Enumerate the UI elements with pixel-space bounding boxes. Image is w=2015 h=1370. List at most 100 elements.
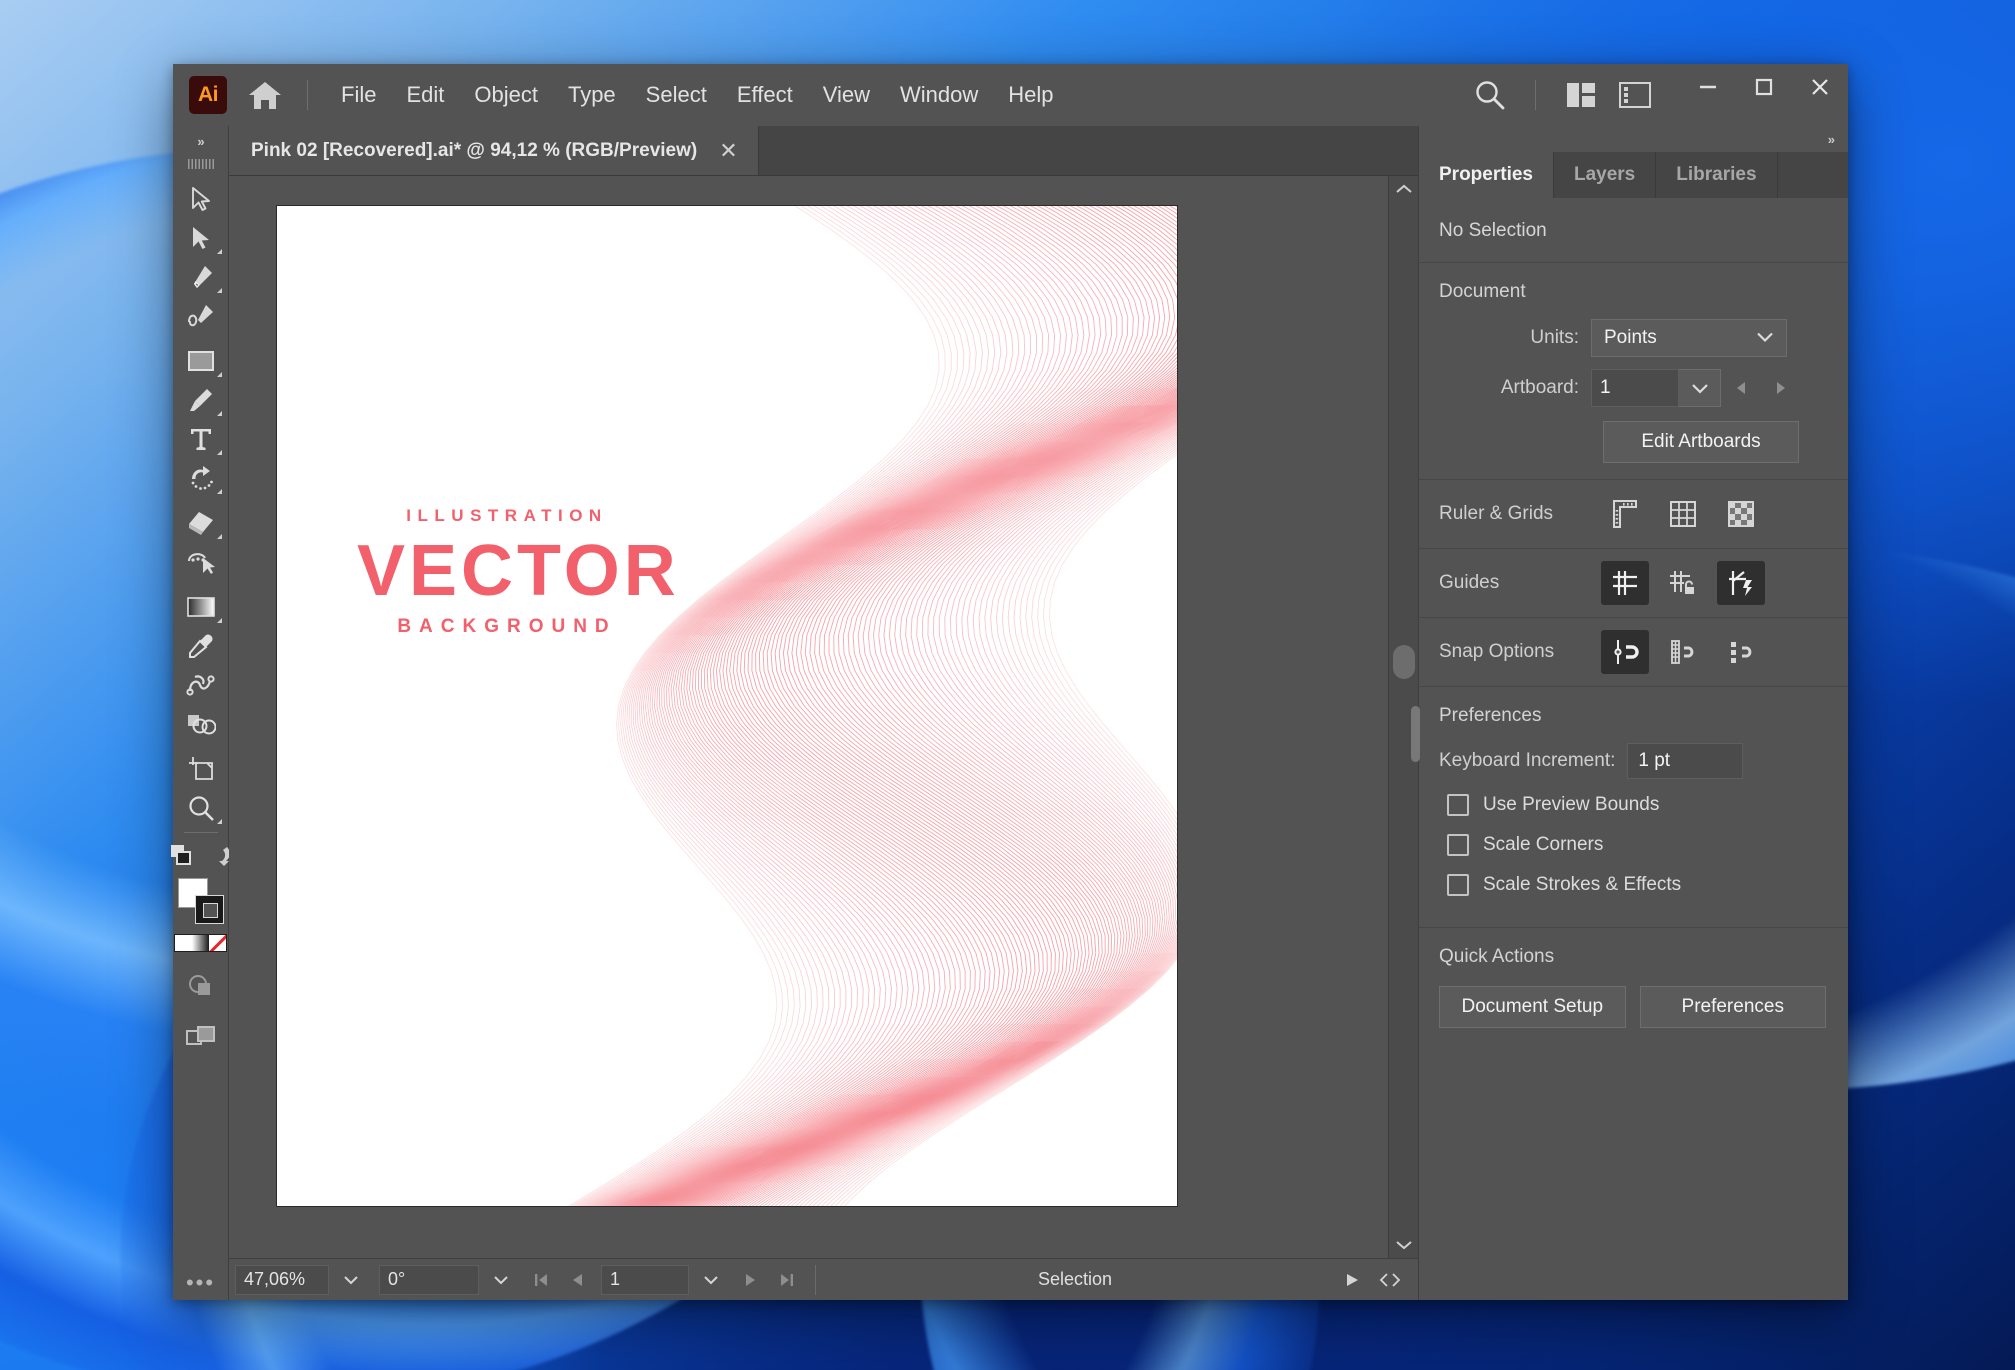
menu-select[interactable]: Select <box>631 76 722 114</box>
artboard-tool[interactable] <box>177 749 225 788</box>
eraser-tool[interactable] <box>177 503 225 542</box>
artwork-text-block[interactable]: ILLUSTRATION VECTOR BACKGROUND <box>357 506 657 638</box>
screen-mode-icon[interactable] <box>177 1017 225 1056</box>
scale-corners-checkbox[interactable] <box>1447 834 1469 856</box>
paintbrush-tool[interactable] <box>177 380 225 419</box>
previous-artboard-button[interactable] <box>1721 369 1761 407</box>
rotation-field[interactable]: 0° <box>379 1265 479 1295</box>
rectangle-tool[interactable] <box>177 341 225 380</box>
menu-file[interactable]: File <box>326 76 391 114</box>
preferences-button[interactable]: Preferences <box>1640 986 1827 1028</box>
show-transparency-grid-icon[interactable] <box>1717 492 1765 536</box>
snap-to-point-icon[interactable] <box>1601 630 1649 674</box>
search-icon[interactable] <box>1463 72 1517 118</box>
eyedropper-tool[interactable] <box>177 626 225 665</box>
home-icon[interactable] <box>241 73 289 117</box>
menu-window[interactable]: Window <box>885 76 993 114</box>
workspace-switcher-icon[interactable] <box>1608 72 1662 118</box>
scrollbar-thumb[interactable] <box>1393 645 1415 679</box>
minimize-button[interactable] <box>1680 64 1736 110</box>
gradient-tool[interactable] <box>177 587 225 626</box>
canvas[interactable]: ILLUSTRATION VECTOR BACKGROUND <box>229 176 1388 1258</box>
close-icon[interactable]: ✕ <box>719 138 737 164</box>
color-swatch-button[interactable] <box>175 935 192 951</box>
drawing-modes-icon[interactable] <box>177 966 225 1005</box>
panel-expand-button[interactable]: » <box>1419 126 1848 152</box>
rotation-dropdown-icon[interactable] <box>479 1264 523 1296</box>
pen-tool[interactable] <box>177 257 225 296</box>
document-tab[interactable]: Pink 02 [Recovered].ai* @ 94,12 % (RGB/P… <box>229 126 759 175</box>
last-artboard-icon[interactable] <box>769 1264 805 1296</box>
tools-panel: » <box>173 126 229 1300</box>
scroll-up-icon[interactable] <box>1389 176 1418 202</box>
artboard-dropdown-icon[interactable] <box>1679 369 1721 407</box>
tab-properties[interactable]: Properties <box>1419 152 1554 198</box>
show-rulers-icon[interactable] <box>1601 492 1649 536</box>
scale-strokes-effects-row[interactable]: Scale Strokes & Effects <box>1419 865 1848 905</box>
toolbar-drag-handle[interactable] <box>188 159 214 169</box>
menu-help[interactable]: Help <box>993 76 1068 114</box>
scale-corners-label: Scale Corners <box>1483 834 1603 856</box>
panel-resize-grip[interactable] <box>1411 706 1420 762</box>
blend-tool[interactable] <box>177 665 225 704</box>
scroll-down-icon[interactable] <box>1389 1232 1418 1258</box>
tab-libraries[interactable]: Libraries <box>1656 152 1777 198</box>
scale-strokes-effects-checkbox[interactable] <box>1447 874 1469 896</box>
show-grid-icon[interactable] <box>1659 492 1707 536</box>
angle-brackets-icon[interactable] <box>1372 1264 1408 1296</box>
first-artboard-icon[interactable] <box>523 1264 559 1296</box>
document-setup-button[interactable]: Document Setup <box>1439 986 1626 1028</box>
use-preview-bounds-row[interactable]: Use Preview Bounds <box>1419 785 1848 825</box>
direct-selection-tool[interactable] <box>177 218 225 257</box>
tab-layers[interactable]: Layers <box>1554 152 1656 198</box>
curvature-tool[interactable] <box>177 296 225 335</box>
units-select[interactable]: Points <box>1591 319 1787 357</box>
artwork-wave-graphic <box>277 206 1177 1206</box>
zoom-tool[interactable] <box>177 788 225 827</box>
keyboard-increment-input[interactable]: 1 pt <box>1627 743 1743 779</box>
lock-guides-icon[interactable] <box>1659 561 1707 605</box>
zoom-level-field[interactable]: 47,06% <box>235 1265 329 1295</box>
menu-view[interactable]: View <box>808 76 885 114</box>
selection-tool[interactable] <box>177 179 225 218</box>
snap-to-pixel-icon[interactable] <box>1717 630 1765 674</box>
play-icon[interactable] <box>1334 1264 1370 1296</box>
none-swatch-button[interactable] <box>209 935 226 951</box>
scale-tool[interactable] <box>177 542 225 581</box>
menu-edit[interactable]: Edit <box>391 76 459 114</box>
gradient-swatch-button[interactable] <box>192 935 209 951</box>
zoom-dropdown-icon[interactable] <box>329 1264 373 1296</box>
rotate-tool[interactable] <box>177 458 225 497</box>
type-tool[interactable] <box>177 419 225 458</box>
ruler-grids-row: Ruler & Grids <box>1419 480 1848 549</box>
change-screen-mode-icon[interactable] <box>164 838 198 872</box>
close-button[interactable] <box>1792 64 1848 110</box>
show-guides-icon[interactable] <box>1601 561 1649 605</box>
shape-builder-tool[interactable] <box>177 704 225 743</box>
menu-effect[interactable]: Effect <box>722 76 808 114</box>
artboard-number-field[interactable]: 1 <box>601 1265 689 1295</box>
toolbar-expand-button[interactable]: » <box>173 128 228 154</box>
snap-to-grid-icon[interactable] <box>1659 630 1707 674</box>
app-logo-icon: Ai <box>189 76 227 114</box>
use-preview-bounds-checkbox[interactable] <box>1447 794 1469 816</box>
scale-corners-row[interactable]: Scale Corners <box>1419 825 1848 865</box>
artboard-input[interactable]: 1 <box>1591 369 1679 407</box>
arrange-documents-icon[interactable] <box>1554 72 1608 118</box>
toolbar-overflow-button[interactable]: ••• <box>186 1278 215 1288</box>
artboard[interactable]: ILLUSTRATION VECTOR BACKGROUND <box>277 206 1177 1206</box>
artboard-dropdown-icon[interactable] <box>689 1264 733 1296</box>
artboard-row: Artboard: 1 <box>1419 363 1848 413</box>
maximize-button[interactable] <box>1736 64 1792 110</box>
next-artboard-button[interactable] <box>1761 369 1801 407</box>
smart-guides-icon[interactable] <box>1717 561 1765 605</box>
stroke-swatch[interactable] <box>195 895 224 924</box>
next-artboard-icon[interactable] <box>733 1264 769 1296</box>
menu-object[interactable]: Object <box>459 76 553 114</box>
edit-artboards-button[interactable]: Edit Artboards <box>1603 421 1799 463</box>
menu-type[interactable]: Type <box>553 76 631 114</box>
toolbar-divider <box>1535 80 1536 110</box>
status-text[interactable]: Selection <box>815 1265 1334 1295</box>
prev-artboard-icon[interactable] <box>559 1264 595 1296</box>
fill-stroke-swatches[interactable] <box>178 878 224 924</box>
